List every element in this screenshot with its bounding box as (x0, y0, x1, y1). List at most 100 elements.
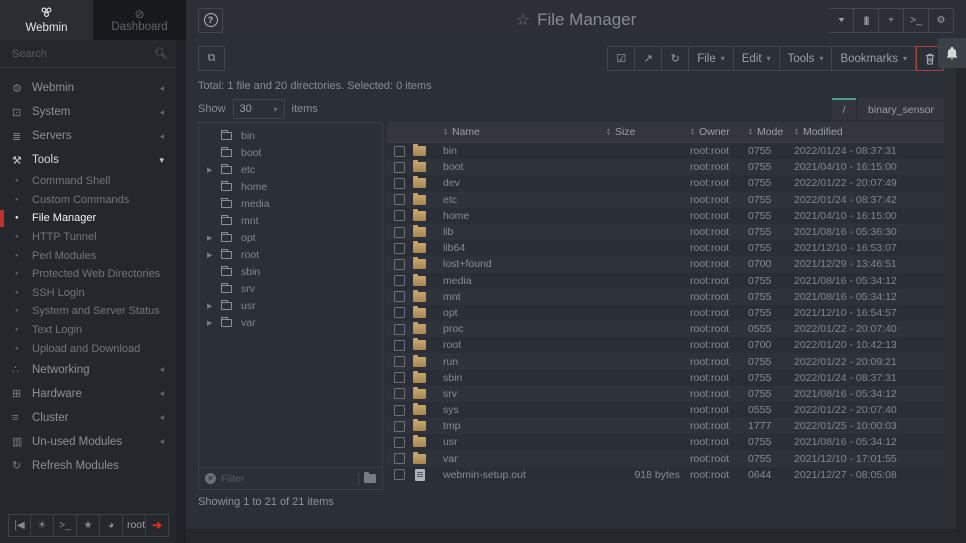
sidebar-subitem[interactable]: ● Custom Commands (0, 191, 176, 210)
table-row[interactable]: root root:root 0700 2022/01/20 - 10:42:1… (387, 337, 944, 353)
sidebar-subitem[interactable]: ● Protected Web Directories (0, 265, 176, 284)
row-checkbox[interactable] (394, 469, 405, 480)
tree-item[interactable]: ▶ srv (199, 280, 382, 297)
row-checkbox[interactable] (394, 194, 405, 205)
expand-caret-icon[interactable]: ▶ (207, 319, 221, 327)
row-checkbox[interactable] (394, 210, 405, 221)
sidebar-category[interactable]: ≣ Servers ◂ (0, 124, 176, 148)
sidebar-category[interactable]: ▥ Un-used Modules ◂ (0, 430, 176, 454)
tab-dashboard[interactable]: ⊘ Dashboard (93, 0, 186, 40)
row-checkbox[interactable] (394, 421, 405, 432)
sidebar-category[interactable]: ⚙ Webmin ◂ (0, 76, 176, 100)
sidebar-category[interactable]: ↻ Refresh Modules (0, 454, 176, 478)
row-checkbox[interactable] (394, 324, 405, 335)
sidebar-category[interactable]: ∴ Networking ◂ (0, 358, 176, 382)
shell-button[interactable]: >_ (54, 514, 77, 537)
row-checkbox[interactable] (394, 405, 405, 416)
language-button[interactable]: ◕ (100, 514, 123, 537)
sort-icon[interactable]: ▲▼ (794, 128, 799, 136)
expand-caret-icon[interactable]: ▶ (207, 166, 221, 174)
folder-filter-icon[interactable] (364, 474, 376, 483)
page-size-select[interactable]: 30 ▾ (233, 99, 285, 119)
row-checkbox[interactable] (394, 453, 405, 464)
table-row[interactable]: sbin root:root 0755 2022/01/24 - 08:37:3… (387, 370, 944, 386)
sidebar-subitem[interactable]: ● File Manager (0, 209, 176, 228)
sidebar-subitem[interactable]: ● System and Server Status (0, 302, 176, 321)
sidebar-category[interactable]: ⊞ Hardware ◂ (0, 382, 176, 406)
sidebar-category[interactable]: ⊡ System ◂ (0, 100, 176, 124)
tree-item[interactable]: ▶ usr (199, 297, 382, 314)
sidebar-category[interactable]: ≡ Cluster ◂ (0, 406, 176, 430)
column-size[interactable]: Size (615, 126, 635, 138)
user-button[interactable]: root (123, 514, 146, 537)
sidebar-subitem[interactable]: ● Perl Modules (0, 246, 176, 265)
tree-item[interactable]: ▶ root (199, 246, 382, 263)
table-row[interactable]: webmin-setup.out 918 bytes root:root 064… (387, 467, 944, 483)
add-icon[interactable]: + (879, 8, 904, 33)
clear-filter-icon[interactable]: ✕ (205, 473, 216, 484)
tree-item[interactable]: ▶ opt (199, 229, 382, 246)
expand-caret-icon[interactable]: ▶ (207, 302, 221, 310)
table-row[interactable]: usr root:root 0755 2021/08/16 - 05:34:12 (387, 434, 944, 450)
notifications-toggle[interactable] (938, 38, 966, 68)
tree-item[interactable]: ▶ bin (199, 127, 382, 144)
copy-path-button[interactable]: ⧉ (198, 46, 225, 71)
sort-icon[interactable]: ▲▼ (606, 128, 611, 136)
expand-caret-icon[interactable]: ▶ (207, 251, 221, 259)
tree-item[interactable]: ▶ boot (199, 144, 382, 161)
row-checkbox[interactable] (394, 340, 405, 351)
row-checkbox[interactable] (394, 146, 405, 157)
tree-item[interactable]: ▶ etc (199, 161, 382, 178)
table-row[interactable]: media root:root 0755 2021/08/16 - 05:34:… (387, 273, 944, 289)
row-checkbox[interactable] (394, 259, 405, 270)
row-checkbox[interactable] (394, 227, 405, 238)
columns-icon[interactable]: ||| (854, 8, 879, 33)
row-checkbox[interactable] (394, 437, 405, 448)
tree-item[interactable]: ▶ sbin (199, 263, 382, 280)
favorites-button[interactable]: ★ (77, 514, 100, 537)
sort-icon[interactable]: ▲▼ (748, 128, 753, 136)
collapse-sidebar-button[interactable]: |◀ (8, 514, 31, 537)
export-button[interactable]: ↗ (635, 46, 662, 71)
row-checkbox[interactable] (394, 388, 405, 399)
row-checkbox[interactable] (394, 307, 405, 318)
row-checkbox[interactable] (394, 372, 405, 383)
sidebar-category-tools[interactable]: ⚒ Tools ▾ (0, 148, 176, 172)
tree-item[interactable]: ▶ media (199, 195, 382, 212)
table-row[interactable]: run root:root 0755 2022/01/22 - 20:09:21 (387, 353, 944, 369)
sort-icon[interactable]: ▲▼ (690, 128, 695, 136)
expand-caret-icon[interactable]: ▶ (207, 234, 221, 242)
sidebar-subitem[interactable]: ● SSH Login (0, 284, 176, 303)
sidebar-subitem[interactable]: ● HTTP Tunnel (0, 228, 176, 247)
column-mode[interactable]: Mode (757, 126, 783, 138)
row-checkbox[interactable] (394, 243, 405, 254)
row-checkbox[interactable] (394, 275, 405, 286)
table-row[interactable]: boot root:root 0755 2021/04/10 - 16:15:0… (387, 159, 944, 175)
sort-icon[interactable]: ▲▼ (443, 128, 448, 136)
sidebar-subitem[interactable]: ● Text Login (0, 321, 176, 340)
table-row[interactable]: home root:root 0755 2021/04/10 - 16:15:0… (387, 208, 944, 224)
table-row[interactable]: dev root:root 0755 2022/01/22 - 20:07:49 (387, 175, 944, 191)
filter-input[interactable] (221, 473, 353, 485)
table-row[interactable]: proc root:root 0555 2022/01/22 - 20:07:4… (387, 321, 944, 337)
column-name[interactable]: Name (452, 126, 480, 138)
breadcrumb-tab[interactable]: / (832, 98, 856, 120)
table-row[interactable]: etc root:root 0755 2022/01/24 - 08:37:42 (387, 192, 944, 208)
table-row[interactable]: tmp root:root 1777 2022/01/25 - 10:00:03 (387, 418, 944, 434)
table-row[interactable]: srv root:root 0755 2021/08/16 - 05:34:12 (387, 386, 944, 402)
column-modified[interactable]: Modified (803, 126, 843, 138)
logout-button[interactable]: ➜ (146, 514, 169, 537)
search-input[interactable] (12, 48, 154, 60)
table-row[interactable]: mnt root:root 0755 2021/08/16 - 05:34:12 (387, 289, 944, 305)
table-row[interactable]: lib64 root:root 0755 2021/12/10 - 16:53:… (387, 240, 944, 256)
row-checkbox[interactable] (394, 178, 405, 189)
row-checkbox[interactable] (394, 356, 405, 367)
sidebar-subitem[interactable]: ● Upload and Download (0, 339, 176, 358)
filter-icon[interactable]: ▼ (829, 8, 854, 33)
table-row[interactable]: var root:root 0755 2021/12/10 - 17:01:55 (387, 451, 944, 467)
breadcrumb-tab[interactable]: binary_sensor (858, 98, 944, 120)
tools-menu-button[interactable]: Tools▾ (780, 46, 833, 71)
table-row[interactable]: opt root:root 0755 2021/12/10 - 16:54:57 (387, 305, 944, 321)
row-checkbox[interactable] (394, 291, 405, 302)
theme-toggle-button[interactable]: ☀ (31, 514, 54, 537)
